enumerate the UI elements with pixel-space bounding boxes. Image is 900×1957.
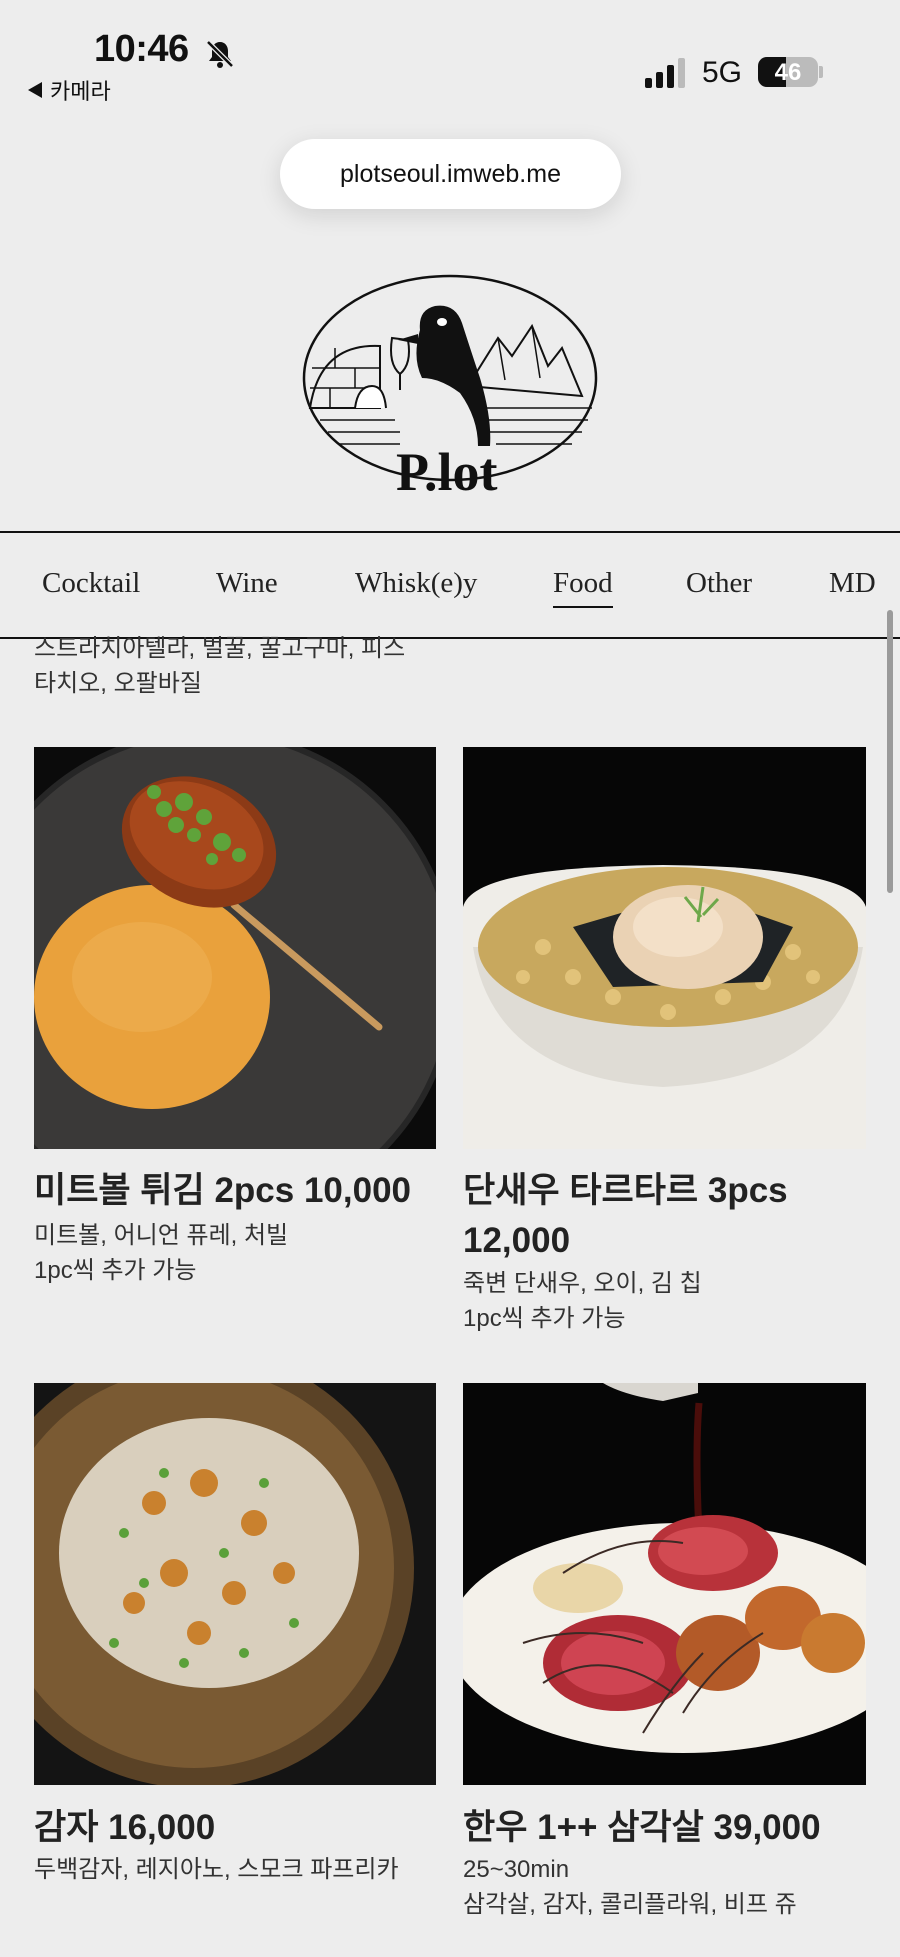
back-label: 카메라 — [50, 79, 111, 104]
back-to-camera-button[interactable]: 카메라 — [28, 74, 111, 106]
item-note: 1pc씩 추가 가능 — [463, 1305, 626, 1332]
logo-wordmark: P.lot — [396, 442, 498, 500]
tab-md[interactable]: MD — [829, 567, 876, 606]
url-bar[interactable]: plotseoul.imweb.me — [280, 139, 621, 209]
potato-photo[interactable] — [34, 1383, 436, 1785]
item-title: 미트볼 튀김 2pcs 10,000 — [34, 1171, 411, 1210]
status-time: 10:46 — [94, 28, 189, 70]
category-nav: Cocktail Wine Whisk(e)y Food Other MD — [0, 531, 900, 639]
item-duration: 25~30min — [463, 1856, 570, 1883]
item-note: 1pc씩 추가 가능 — [34, 1257, 197, 1284]
bell-muted-icon — [206, 40, 234, 68]
meatball-photo[interactable] — [34, 747, 436, 1149]
item-description: 죽변 단새우, 오이, 김 칩 — [463, 1270, 702, 1297]
item-title: 단새우 타르타르 3pcs — [463, 1171, 788, 1210]
signal-icon — [645, 58, 685, 88]
item-price: 12,000 — [463, 1221, 571, 1260]
prev-item-description-line1: 스트라치아텔라, 벌꿀, 꿀고구마, 피스 — [34, 635, 406, 662]
item-description: 삼각살, 감자, 콜리플라워, 비프 쥬 — [463, 1891, 797, 1918]
tab-other[interactable]: Other — [686, 567, 752, 606]
item-description: 두백감자, 레지아노, 스모크 파프리카 — [34, 1856, 399, 1883]
back-arrow-icon — [28, 82, 42, 98]
tab-cocktail[interactable]: Cocktail — [42, 567, 140, 606]
page-scrollbar[interactable] — [887, 610, 893, 893]
item-description: 미트볼, 어니언 퓨레, 처빌 — [34, 1222, 289, 1249]
battery-percent: 46 — [774, 59, 802, 86]
tab-food[interactable]: Food — [553, 567, 613, 608]
battery-icon: 46 — [758, 57, 818, 87]
battery-cap — [819, 66, 823, 78]
hanwoo-beef-photo[interactable] — [463, 1383, 866, 1785]
prev-item-description-line2: 타치오, 오팔바질 — [34, 670, 202, 697]
item-title: 한우 1++ 삼각살 39,000 — [463, 1808, 821, 1847]
item-title: 감자 16,000 — [34, 1808, 216, 1847]
tab-wine[interactable]: Wine — [216, 567, 278, 606]
plot-logo[interactable]: P.lot — [300, 268, 600, 500]
shrimp-tartare-photo[interactable] — [463, 747, 866, 1149]
url-text: plotseoul.imweb.me — [340, 159, 561, 188]
tab-whiskey[interactable]: Whisk(e)y — [355, 567, 477, 606]
network-type: 5G — [702, 56, 743, 89]
